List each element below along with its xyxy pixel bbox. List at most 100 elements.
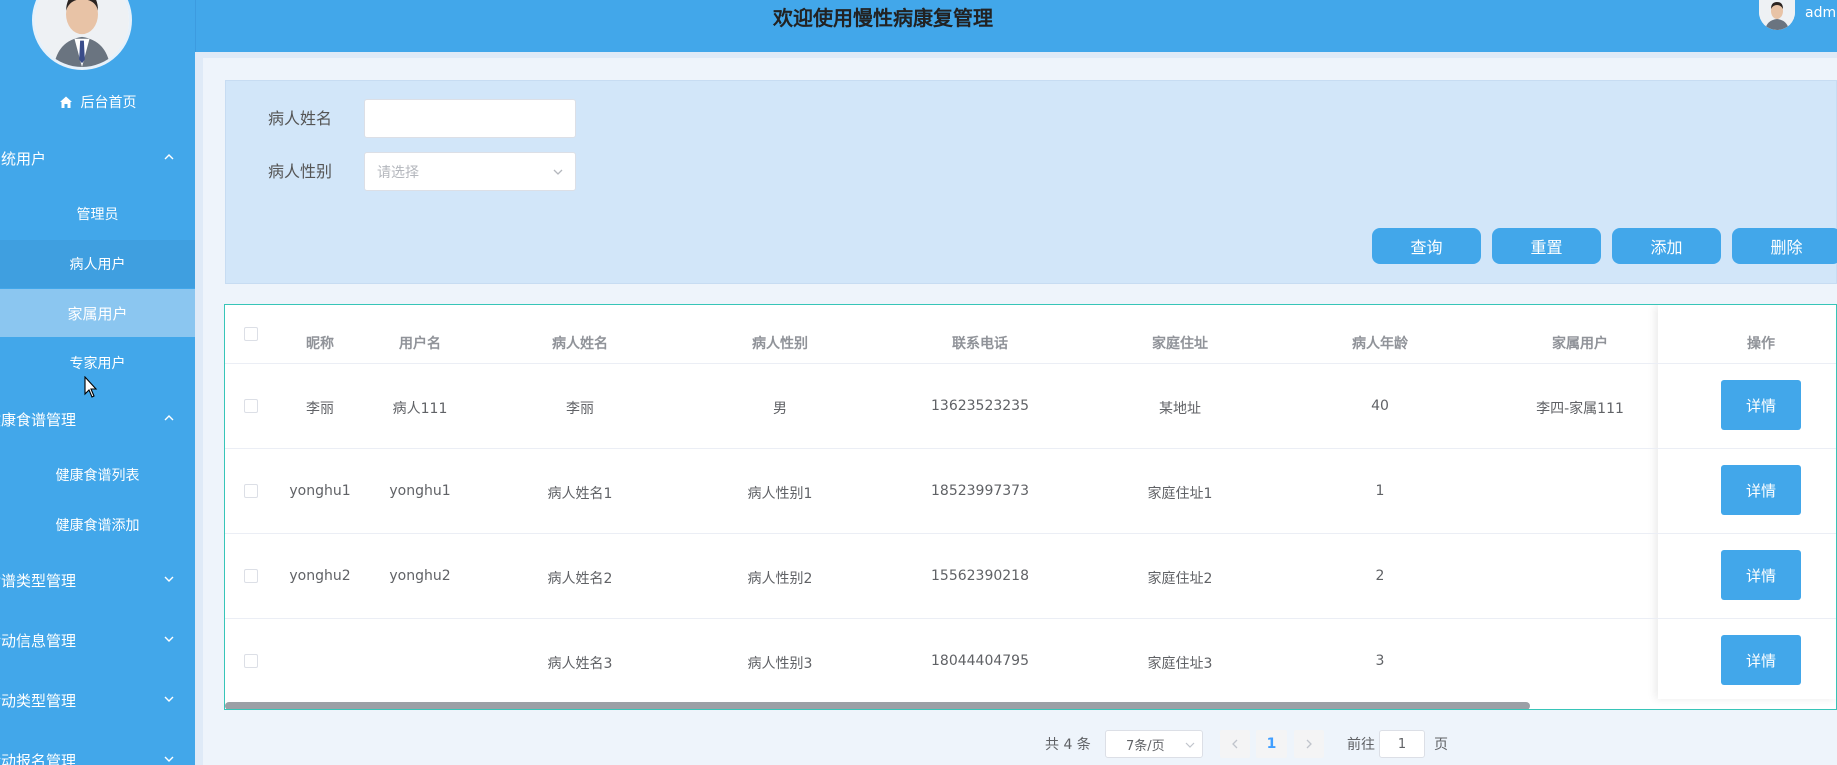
- sidebar-item-label: 后台首页: [80, 95, 137, 111]
- table-cell: 病人性别1: [747, 486, 813, 502]
- sidebar-item-patient-users[interactable]: 病人用户: [0, 240, 195, 288]
- chevron-down-icon: [164, 696, 174, 702]
- row-divider: [225, 618, 1836, 619]
- sidebar-item-home[interactable]: 后台首页: [0, 88, 195, 116]
- search-panel: 病人姓名 病人性别 请选择 查询 重置 添加 删除: [225, 80, 1837, 284]
- table-cell: 李丽: [566, 401, 594, 417]
- row-divider: [225, 363, 1836, 364]
- query-button[interactable]: 查询: [1372, 228, 1481, 264]
- sidebar-group-label: 活动信息管理: [0, 631, 77, 650]
- goto-suffix: 页: [1434, 737, 1448, 753]
- sidebar-item-label: 健康食谱添加: [55, 518, 140, 534]
- page-size-value: 7条/页: [1126, 738, 1165, 754]
- sidebar-item-admin[interactable]: 管理员: [0, 190, 195, 238]
- column-header[interactable]: 用户名: [399, 333, 441, 353]
- patient-gender-label: 病人性别: [268, 162, 333, 181]
- table-cell: 2: [1375, 568, 1385, 584]
- chevron-down-icon: [553, 169, 563, 175]
- table-cell: 病人姓名3: [547, 656, 613, 672]
- column-header[interactable]: 病人年龄: [1352, 333, 1408, 353]
- avatar: [32, 0, 132, 70]
- add-button[interactable]: 添加: [1612, 228, 1721, 264]
- table-cell: yonghu2: [389, 568, 451, 584]
- table-cell: 某地址: [1159, 401, 1201, 417]
- table-cell: 病人姓名1: [547, 486, 613, 502]
- table-cell: yonghu1: [289, 483, 351, 499]
- next-page-button[interactable]: [1294, 730, 1324, 758]
- select-all-checkbox[interactable]: [244, 327, 258, 341]
- column-header[interactable]: 昵称: [306, 333, 334, 353]
- pagination-total: 共 4 条: [1045, 737, 1091, 753]
- patient-name-label: 病人姓名: [268, 109, 333, 128]
- detail-button[interactable]: 详情: [1721, 550, 1801, 600]
- username-label[interactable]: admin: [1805, 5, 1837, 21]
- goto-page-input[interactable]: 1: [1379, 730, 1425, 758]
- sidebar-group-label: 系统用户: [0, 149, 47, 168]
- sidebar-item-recipe-list[interactable]: 健康食谱列表: [0, 451, 195, 499]
- sidebar-group-recipe-types[interactable]: 食谱类型管理: [0, 562, 195, 598]
- horizontal-scrollbar[interactable]: [225, 702, 1530, 709]
- sidebar-item-family-users[interactable]: 家属用户: [0, 289, 195, 337]
- reset-button[interactable]: 重置: [1492, 228, 1601, 264]
- page-title: 欢迎使用慢性病康复管理: [773, 6, 993, 30]
- page-number-current[interactable]: 1: [1256, 730, 1287, 758]
- sidebar-group-label: 健康食谱管理: [0, 410, 77, 429]
- row-checkbox[interactable]: [244, 654, 258, 668]
- table-cell: 13623523235: [931, 398, 1029, 414]
- row-checkbox[interactable]: [244, 399, 258, 413]
- sidebar-group-activity-info[interactable]: 活动信息管理: [0, 622, 195, 658]
- table-cell: 1: [1375, 483, 1385, 499]
- table-cell: 李四-家属111: [1536, 401, 1624, 417]
- row-checkbox[interactable]: [244, 569, 258, 583]
- sidebar-item-label: 家属用户: [67, 304, 128, 323]
- select-placeholder: 请选择: [377, 164, 419, 181]
- user-avatar[interactable]: [1759, 0, 1795, 30]
- detail-button[interactable]: 详情: [1721, 635, 1801, 685]
- row-divider: [225, 533, 1836, 534]
- chevron-left-icon: [1232, 739, 1238, 749]
- table-cell: 家庭住址2: [1147, 571, 1213, 587]
- chevron-down-icon: [164, 756, 174, 762]
- chevron-down-icon: [1185, 742, 1195, 748]
- table-cell: 18044404795: [931, 653, 1029, 669]
- patient-gender-select[interactable]: 请选择: [364, 152, 576, 191]
- detail-button[interactable]: 详情: [1721, 380, 1801, 430]
- patient-table: 昵称 用户名 病人姓名 病人性别 联系电话 家庭住址 病人年龄 家属用户 操作 …: [224, 304, 1837, 710]
- sidebar-group-activity-types[interactable]: 活动类型管理: [0, 682, 195, 718]
- column-header[interactable]: 病人性别: [752, 333, 808, 353]
- chevron-down-icon: [164, 576, 174, 582]
- table-cell: 病人性别3: [747, 656, 813, 672]
- column-header[interactable]: 病人姓名: [552, 333, 608, 353]
- main-content: 病人姓名 病人性别 请选择 查询 重置 添加 删除 昵称 用户名 病人姓名 病人…: [203, 58, 1837, 765]
- page-size-select[interactable]: 7条/页: [1105, 730, 1203, 758]
- table-cell: 病人姓名2: [547, 571, 613, 587]
- sidebar-group-recipe-management[interactable]: 健康食谱管理: [0, 401, 195, 437]
- column-header[interactable]: 家庭住址: [1152, 333, 1208, 353]
- sidebar-group-system-users[interactable]: 系统用户: [0, 140, 195, 176]
- table-cell: 病人性别2: [747, 571, 813, 587]
- sidebar-group-label: 活动类型管理: [0, 691, 77, 710]
- table-cell: 40: [1371, 398, 1389, 414]
- sidebar-item-label: 专家用户: [69, 356, 126, 372]
- chevron-up-icon: [164, 415, 174, 421]
- column-header[interactable]: 联系电话: [952, 333, 1008, 353]
- sidebar-item-label: 健康食谱列表: [55, 468, 140, 484]
- delete-button[interactable]: 删除: [1732, 228, 1837, 264]
- patient-name-input[interactable]: [364, 99, 576, 138]
- detail-button[interactable]: 详情: [1721, 465, 1801, 515]
- goto-prefix: 前往: [1347, 737, 1375, 753]
- column-header[interactable]: 家属用户: [1552, 333, 1608, 353]
- table-cell: 李丽: [306, 401, 334, 417]
- prev-page-button[interactable]: [1220, 730, 1250, 758]
- table-cell: yonghu1: [389, 483, 451, 499]
- sidebar-item-label: 管理员: [76, 207, 119, 223]
- sidebar: 后台首页 系统用户 管理员 病人用户 家属用户 专家用户 健康食谱管理 健康食谱…: [0, 0, 195, 765]
- row-checkbox[interactable]: [244, 484, 258, 498]
- table-cell: 15562390218: [931, 568, 1029, 584]
- mouse-cursor-icon: [84, 376, 98, 398]
- sidebar-item-label: 病人用户: [69, 257, 126, 273]
- sidebar-item-recipe-add[interactable]: 健康食谱添加: [0, 501, 195, 549]
- sidebar-group-activity-signup[interactable]: 活动报名管理: [0, 742, 195, 765]
- column-header: 操作: [1747, 336, 1775, 352]
- chevron-up-icon: [164, 154, 174, 160]
